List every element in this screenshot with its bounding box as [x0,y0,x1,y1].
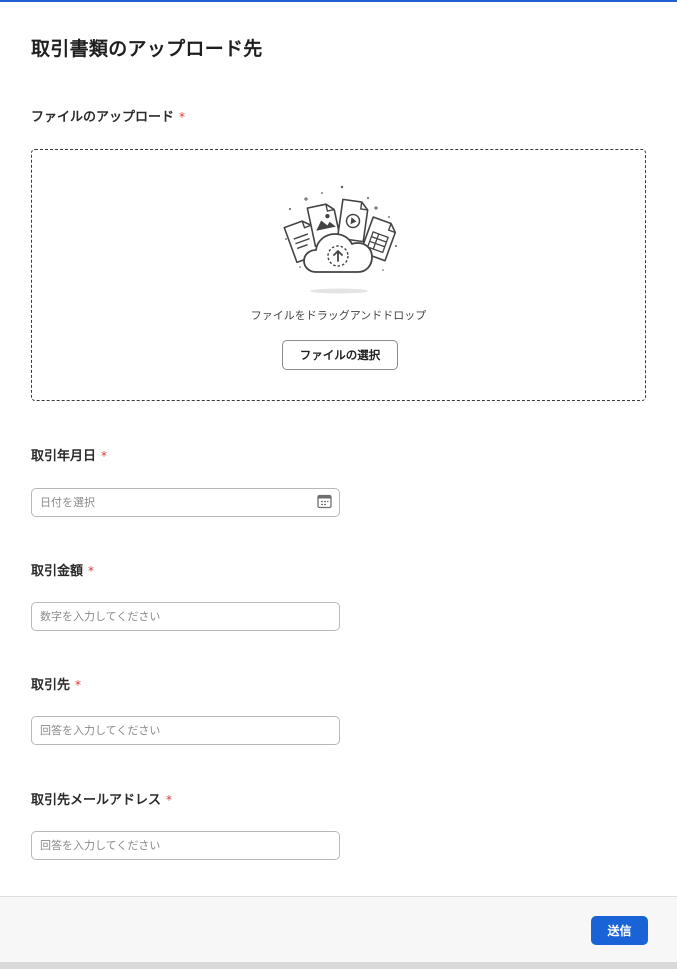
amount-field-label: 取引金額 * [31,560,94,579]
amount-label-text: 取引金額 [31,564,84,579]
upload-field-label: ファイルのアップロード * [31,106,185,125]
required-mark: * [179,110,186,124]
upload-label-text: ファイルのアップロード [31,110,175,125]
partner-input[interactable] [31,716,340,745]
date-input[interactable] [31,488,340,517]
date-label-text: 取引年月日 [31,449,97,464]
cloud-upload-files-icon [283,185,397,294]
required-mark: * [88,564,95,578]
partner-email-field-label: 取引先メールアドレス * [31,789,172,808]
bottom-bar [0,962,677,969]
submit-button[interactable]: 送信 [591,916,648,945]
file-dropzone[interactable]: ファイルをドラッグアンドドロップ ファイルの選択 [31,149,646,401]
top-accent-line [0,0,677,2]
required-mark: * [101,449,108,463]
form-footer: 送信 [0,896,677,962]
file-select-button[interactable]: ファイルの選択 [282,340,398,370]
partner-field-label: 取引先 * [31,674,81,693]
required-mark: * [166,793,173,807]
page-title: 取引書類のアップロード先 [31,38,263,60]
calendar-icon[interactable] [317,494,332,509]
partner-email-input[interactable] [31,831,340,860]
drop-instruction-text: ファイルをドラッグアンドドロップ [250,309,427,322]
partner-label-text: 取引先 [31,678,71,693]
required-mark: * [75,678,82,692]
amount-input[interactable] [31,602,340,631]
date-field-label: 取引年月日 * [31,445,107,464]
partner-email-label-text: 取引先メールアドレス [31,793,162,808]
